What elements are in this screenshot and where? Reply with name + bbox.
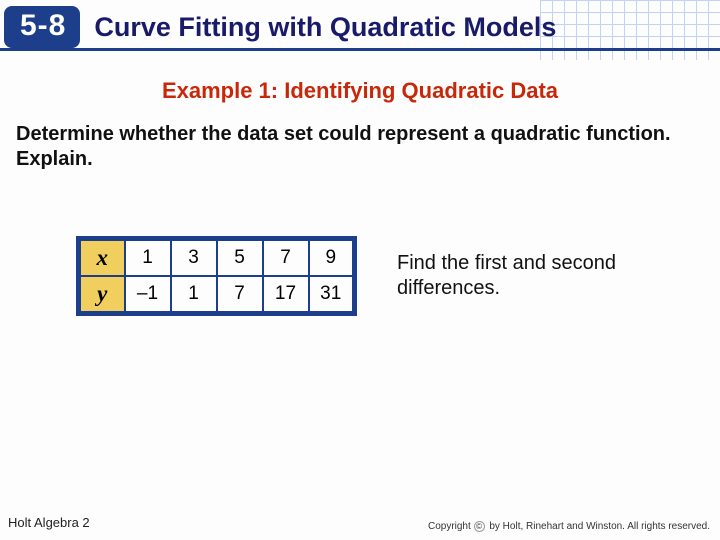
cell: 7 — [263, 239, 309, 277]
table-row: y –1 1 7 17 31 — [79, 276, 355, 314]
content-row: x 1 3 5 7 9 y –1 1 7 17 31 Find the firs… — [76, 236, 690, 316]
row-label-y: y — [79, 276, 125, 314]
cell: 31 — [309, 276, 355, 314]
cell: 9 — [309, 239, 355, 277]
header-underline — [0, 48, 720, 51]
table-row: x 1 3 5 7 9 — [79, 239, 355, 277]
copyright-word: Copyright — [428, 521, 471, 532]
header-bar: 5-8 Curve Fitting with Quadratic Models — [0, 6, 720, 48]
cell: 3 — [171, 239, 217, 277]
example-heading: Example 1: Identifying Quadratic Data — [0, 78, 720, 104]
cell: 1 — [125, 239, 171, 277]
row-label-x: x — [79, 239, 125, 277]
lesson-title: Curve Fitting with Quadratic Models — [94, 12, 556, 43]
cell: 1 — [171, 276, 217, 314]
instruction-text: Find the first and second differences. — [397, 251, 690, 301]
cell: 7 — [217, 276, 263, 314]
cell: 5 — [217, 239, 263, 277]
section-badge: 5-8 — [4, 6, 80, 48]
copyright-text: by Holt, Rinehart and Winston. All right… — [489, 521, 710, 532]
data-table: x 1 3 5 7 9 y –1 1 7 17 31 — [76, 236, 357, 316]
footer-copyright: Copyright © by Holt, Rinehart and Winsto… — [428, 521, 710, 532]
cell: 17 — [263, 276, 309, 314]
footer-textbook-name: Holt Algebra 2 — [8, 515, 90, 530]
copyright-icon: © — [474, 521, 485, 532]
cell: –1 — [125, 276, 171, 314]
problem-prompt: Determine whether the data set could rep… — [16, 122, 704, 172]
